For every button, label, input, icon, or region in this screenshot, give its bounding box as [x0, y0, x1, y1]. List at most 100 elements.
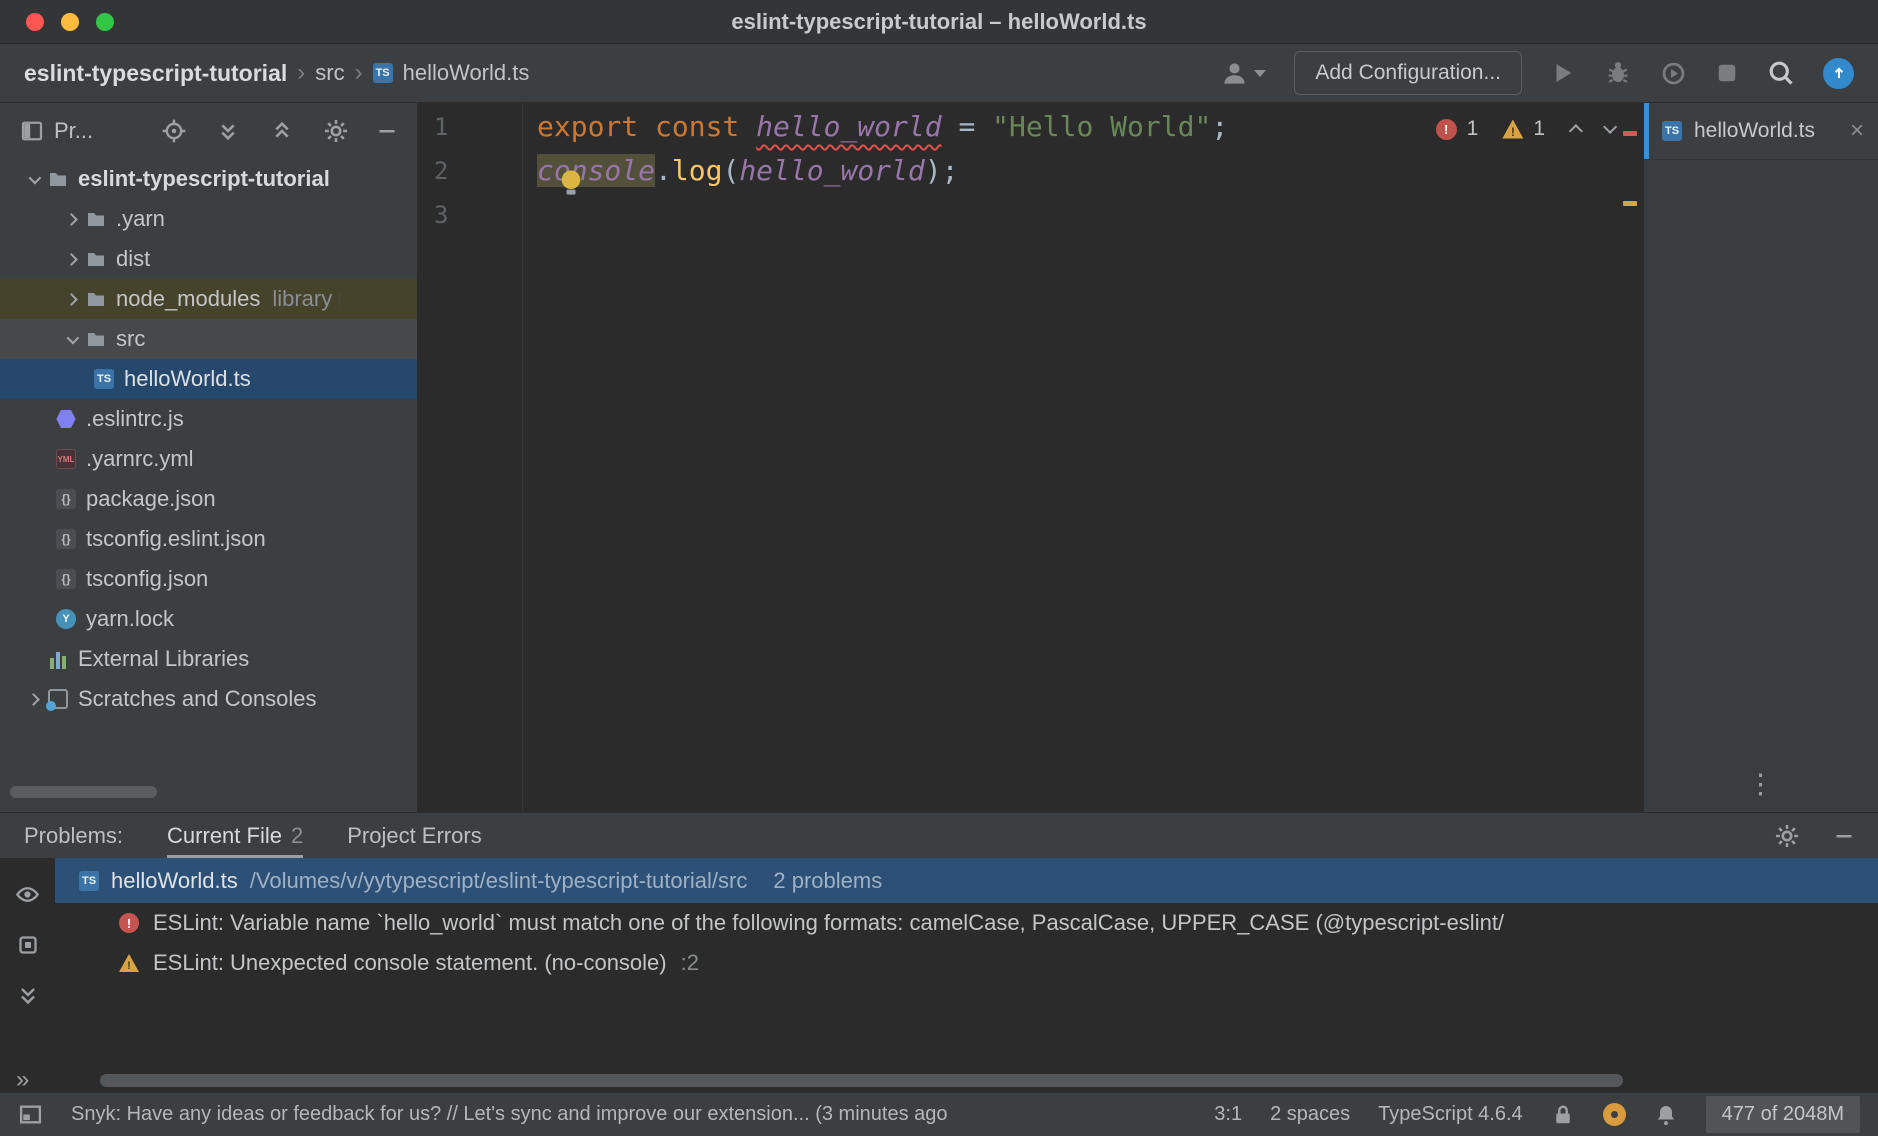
code-area[interactable]: export const hello_world = "Hello World"… [523, 103, 1228, 812]
inspections-widget[interactable]: ! 1 ! 1 [1436, 117, 1613, 141]
warning-count: 1 [1533, 117, 1545, 141]
close-window-button[interactable] [26, 13, 44, 31]
previous-problem-icon[interactable] [1569, 124, 1583, 138]
tree-item-yarnrc[interactable]: YML .yarnrc.yml [0, 439, 417, 479]
folder-icon [86, 249, 106, 269]
problem-item-error[interactable]: ! ESLint: Variable name `hello_world` mu… [55, 903, 1878, 943]
settings-gear-icon[interactable] [1774, 823, 1800, 849]
tree-item-yarn-lock[interactable]: Y yarn.lock [0, 599, 417, 639]
code-line-2[interactable]: console.log(hello_world); [523, 149, 1228, 193]
chevron-right-icon: › [355, 59, 363, 87]
token-punct: ); [925, 154, 959, 187]
tree-item-eslintrc[interactable]: .eslintrc.js [0, 399, 417, 439]
hide-panel-icon[interactable] [1834, 826, 1854, 846]
chevron-right-icon [27, 693, 40, 706]
close-icon[interactable]: × [1850, 119, 1864, 143]
chevron-right-icon [65, 213, 78, 226]
breadcrumb-dir[interactable]: src [315, 60, 344, 86]
folder-icon [86, 329, 106, 349]
tree-item-src-folder[interactable]: src [0, 319, 417, 359]
caret-position[interactable]: 3:1 [1214, 1103, 1242, 1126]
group-by-icon[interactable] [16, 933, 40, 957]
run-button[interactable] [1550, 60, 1576, 86]
more-options-icon[interactable]: ⋮ [1747, 769, 1775, 800]
horizontal-scrollbar[interactable] [100, 1074, 1623, 1087]
json-file-icon: {} [56, 489, 76, 509]
status-message[interactable]: Snyk: Have any ideas or feedback for us?… [71, 1103, 1186, 1126]
project-horizontal-scrollbar[interactable] [10, 786, 157, 798]
chevron-right-icon [65, 253, 78, 266]
memory-indicator[interactable]: 477 of 2048M [1706, 1096, 1860, 1133]
editor-tab-strip: TS helloWorld.ts × ⋮ [1643, 103, 1878, 812]
typescript-file-icon: TS [1662, 121, 1682, 141]
add-configuration-button[interactable]: Add Configuration... [1294, 51, 1522, 95]
problems-file-row[interactable]: TS helloWorld.ts /Volumes/v/yytypescript… [55, 858, 1878, 903]
breadcrumb: eslint-typescript-tutorial › src › TS he… [24, 59, 529, 87]
debug-button[interactable] [1604, 59, 1632, 87]
view-options-eye-icon[interactable] [15, 882, 40, 907]
tree-item-dist-folder[interactable]: dist [0, 239, 417, 279]
tool-window-toggle-icon[interactable] [18, 1102, 43, 1127]
problems-list: TS helloWorld.ts /Volumes/v/yytypescript… [55, 858, 1878, 1070]
tree-item-package-json[interactable]: {} package.json [0, 479, 417, 519]
search-everywhere-button[interactable] [1767, 59, 1795, 87]
line-number: 3 [418, 193, 522, 237]
hidden-toolbar-chevrons[interactable]: » [16, 1066, 29, 1094]
code-line-3[interactable] [523, 193, 1228, 237]
tree-item-project-root[interactable]: eslint-typescript-tutorial [0, 159, 417, 199]
expand-all-icon[interactable] [16, 983, 40, 1007]
main-toolbar: eslint-typescript-tutorial › src › TS he… [0, 44, 1878, 103]
problem-item-warning[interactable]: ! ESLint: Unexpected console statement. … [55, 943, 1878, 983]
expand-all-icon[interactable] [215, 118, 241, 144]
token-method: log [672, 154, 723, 187]
next-problem-icon[interactable] [1603, 120, 1617, 134]
breadcrumb-file[interactable]: helloWorld.ts [403, 60, 530, 86]
tree-item-tsconfig-eslint-json[interactable]: {} tsconfig.eslint.json [0, 519, 417, 559]
zoom-window-button[interactable] [96, 13, 114, 31]
token-console-warning: console [537, 154, 655, 187]
project-panel-title[interactable]: Pr... [54, 118, 93, 144]
update-available-button[interactable] [1823, 58, 1854, 89]
warning-icon: ! [119, 954, 139, 972]
tree-item-yarn-folder[interactable]: .yarn [0, 199, 417, 239]
active-tab-indicator [1644, 103, 1649, 159]
titlebar: eslint-typescript-tutorial – helloWorld.… [0, 0, 1878, 44]
tree-item-external-libraries[interactable]: External Libraries [0, 639, 417, 679]
tab-current-file[interactable]: Current File 2 [167, 813, 303, 858]
intention-bulb-icon[interactable] [556, 167, 586, 197]
collapse-all-icon[interactable] [269, 118, 295, 144]
tab-project-errors[interactable]: Project Errors [347, 813, 481, 858]
settings-gear-icon[interactable] [323, 118, 349, 144]
tree-item-tsconfig-json[interactable]: {} tsconfig.json [0, 559, 417, 599]
window-title: eslint-typescript-tutorial – helloWorld.… [0, 9, 1878, 35]
tree-item-helloworld-ts[interactable]: TS helloWorld.ts [0, 359, 417, 399]
run-with-coverage-button[interactable] [1660, 60, 1687, 87]
folder-icon [86, 209, 106, 229]
error-stripe-mark[interactable] [1623, 131, 1637, 136]
indent-setting[interactable]: 2 spaces [1270, 1103, 1350, 1126]
editor-tab-helloworld[interactable]: TS helloWorld.ts × [1644, 103, 1878, 160]
locate-file-icon[interactable] [161, 118, 187, 144]
stop-button[interactable] [1715, 61, 1739, 85]
breadcrumb-project[interactable]: eslint-typescript-tutorial [24, 60, 287, 87]
problem-text: ESLint: Variable name `hello_world` must… [153, 910, 1504, 936]
snyk-status-icon[interactable] [1603, 1103, 1626, 1126]
yarn-file-icon: Y [56, 609, 76, 629]
chevron-down-icon [28, 171, 41, 184]
warning-stripe-mark[interactable] [1623, 201, 1637, 206]
code-line-1[interactable]: export const hello_world = "Hello World"… [523, 105, 1228, 149]
user-menu[interactable] [1221, 60, 1266, 87]
error-icon: ! [1436, 119, 1457, 140]
chevron-right-icon [65, 293, 78, 306]
notifications-bell-icon[interactable] [1654, 1103, 1678, 1127]
hide-panel-icon[interactable] [377, 121, 397, 141]
typescript-file-icon: TS [373, 63, 393, 83]
line-number: 2 [418, 149, 522, 193]
typescript-version[interactable]: TypeScript 4.6.4 [1378, 1103, 1523, 1126]
tree-item-node-modules[interactable]: node_modules library root [0, 279, 417, 319]
line-number: 1 [418, 105, 522, 149]
tree-item-scratches[interactable]: Scratches and Consoles [0, 679, 417, 719]
lock-icon[interactable] [1551, 1103, 1575, 1127]
code-editor[interactable]: 1 2 3 export const hello_world = "Hello … [418, 103, 1643, 812]
minimize-window-button[interactable] [61, 13, 79, 31]
